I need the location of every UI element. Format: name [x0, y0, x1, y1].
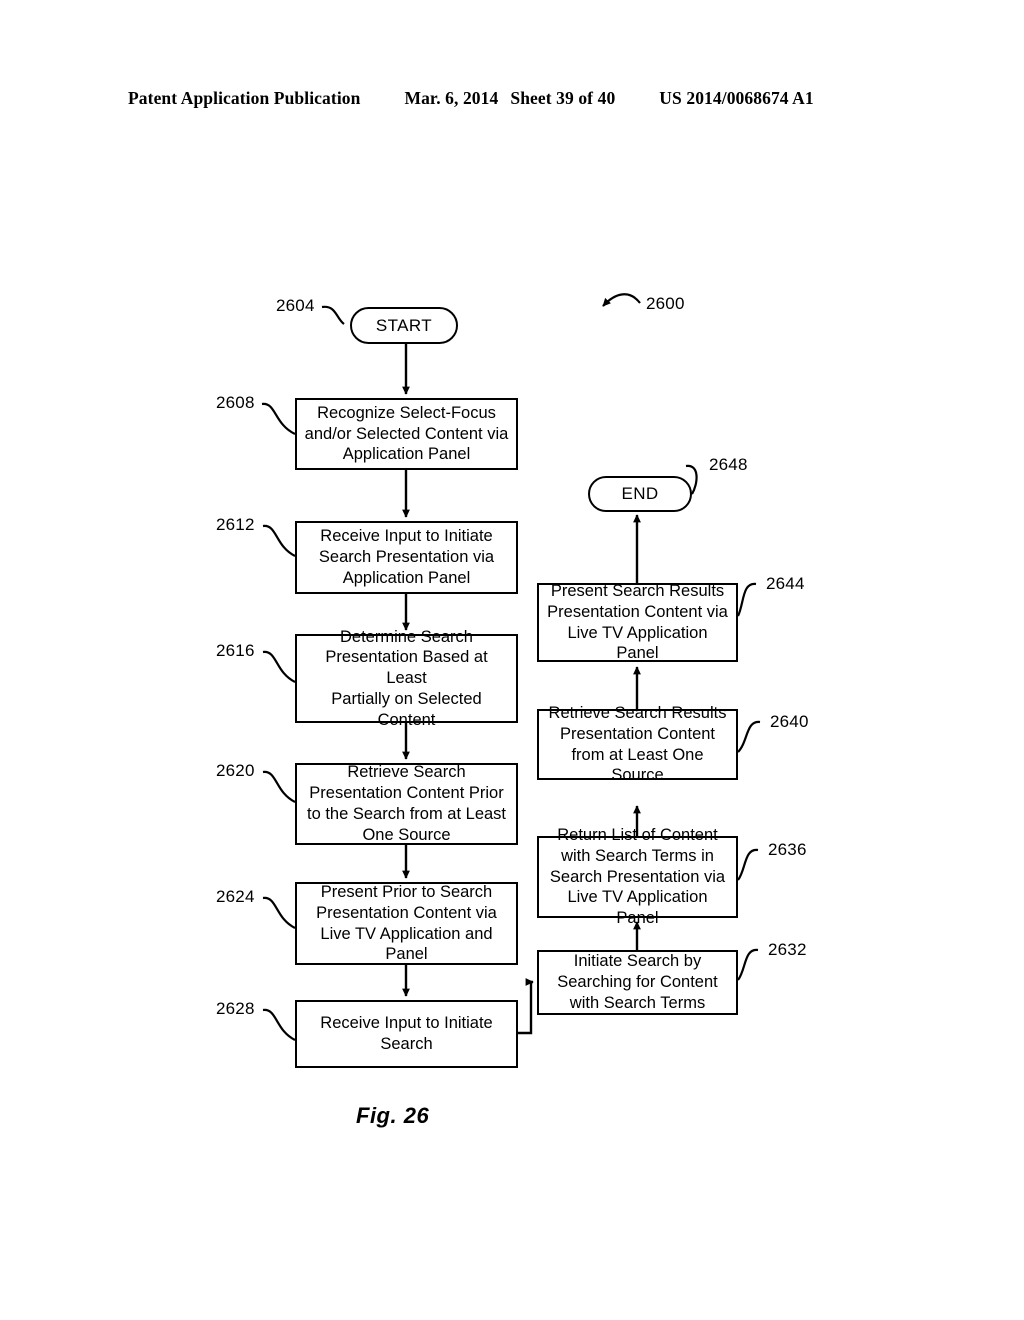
leader-2624	[262, 896, 296, 929]
node-2616-label: Determine Search Presentation Based at L…	[325, 627, 488, 729]
leader-2608	[261, 402, 296, 435]
leader-2620	[262, 770, 296, 803]
node-2628-label: Receive Input to Initiate Search	[320, 1014, 493, 1053]
node-start[interactable]: START	[350, 307, 458, 344]
node-end-label: END	[621, 484, 659, 504]
refnum-2640: 2640	[770, 712, 809, 731]
leader-2616	[262, 650, 296, 683]
refnum-2600: 2600	[646, 294, 685, 313]
refnum-2632: 2632	[768, 940, 807, 959]
node-start-label: START	[375, 315, 433, 335]
refnum-2620: 2620	[216, 761, 255, 780]
node-2628[interactable]: Receive Input to Initiate Search	[295, 1000, 518, 1068]
refnum-2612: 2612	[216, 515, 255, 534]
leader-2600	[602, 293, 641, 307]
node-2632[interactable]: Initiate Search by Searching for Content…	[537, 950, 738, 1015]
node-2608[interactable]: Recognize Select-Focus and/or Selected C…	[295, 398, 518, 470]
node-2632-label: Initiate Search by Searching for Content…	[557, 952, 718, 1012]
node-2624[interactable]: Present Prior to Search Presentation Con…	[295, 882, 518, 965]
node-2620[interactable]: Retrieve Search Presentation Content Pri…	[295, 763, 518, 845]
node-2644[interactable]: Present Search Results Presentation Cont…	[537, 581, 738, 663]
node-2624-label: Present Prior to Search Presentation Con…	[316, 882, 497, 964]
refnum-2648: 2648	[709, 455, 748, 474]
refnum-2616: 2616	[216, 641, 255, 660]
node-2608-label: Recognize Select-Focus and/or Selected C…	[304, 403, 509, 464]
refnum-2624: 2624	[216, 887, 255, 906]
leader-2636	[737, 848, 759, 881]
node-2640[interactable]: Retrieve Search Results Presentation Con…	[537, 704, 738, 784]
refnum-2608: 2608	[216, 393, 255, 412]
leader-2640	[737, 720, 761, 753]
leader-2612	[262, 524, 296, 557]
refnum-2628: 2628	[216, 999, 255, 1018]
node-2620-label: Retrieve Search Presentation Content Pri…	[306, 763, 507, 844]
leader-2604	[321, 305, 345, 325]
node-2640-label: Retrieve Search Results Presentation Con…	[548, 703, 727, 785]
figure-caption: Fig. 26	[356, 1103, 430, 1128]
node-end[interactable]: END	[588, 476, 692, 512]
node-2612[interactable]: Receive Input to Initiate Search Present…	[295, 521, 518, 594]
node-2612-label: Receive Input to Initiate Search Present…	[318, 527, 495, 587]
node-2636-label: Return List of Content with Search Terms…	[549, 826, 726, 928]
leader-2644	[736, 582, 757, 617]
figure-26-flowchart: START Recognize Select-Focus and/or Sele…	[0, 0, 1024, 1320]
node-2616[interactable]: Determine Search Presentation Based at L…	[295, 628, 518, 729]
refnum-2604: 2604	[276, 296, 315, 315]
node-2644-label: Present Search Results Presentation Cont…	[547, 581, 728, 663]
refnum-2644: 2644	[766, 574, 805, 593]
node-2636[interactable]: Return List of Content with Search Terms…	[537, 826, 738, 927]
connector-2628-to-2632	[518, 978, 534, 1035]
refnum-2636: 2636	[768, 840, 807, 859]
leader-2632	[737, 948, 759, 981]
leader-2628	[262, 1008, 296, 1041]
